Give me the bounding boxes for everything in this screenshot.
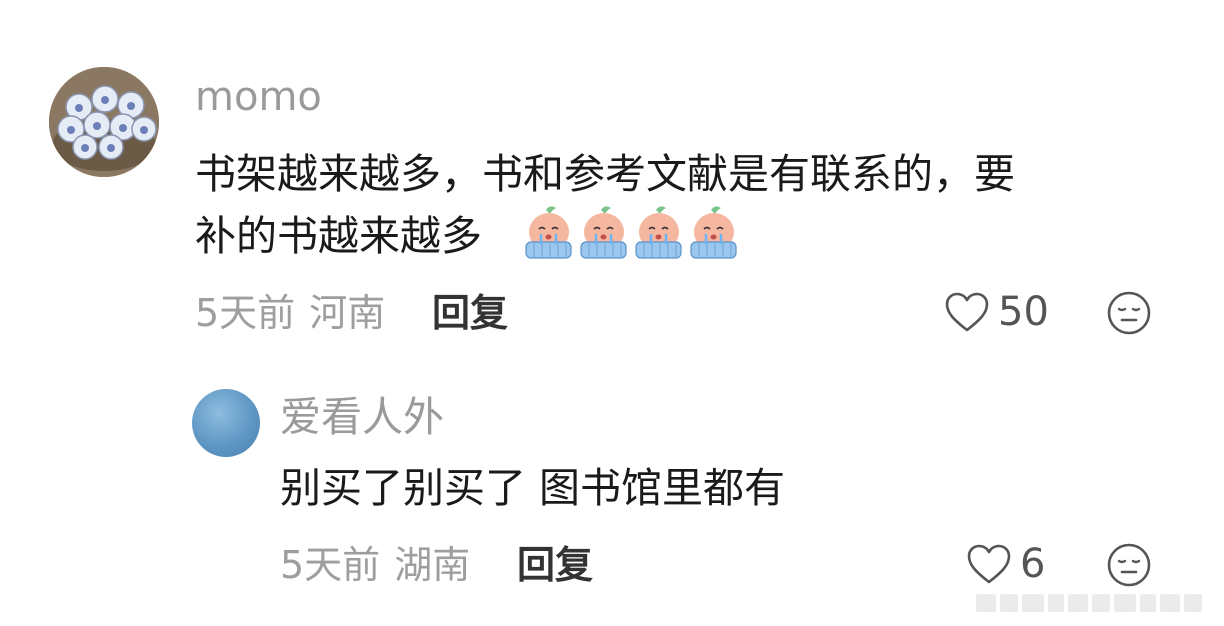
reply-username[interactable]: 爱看人外 <box>280 397 444 438</box>
watermark-glyph <box>1140 594 1156 612</box>
watermark-glyph <box>1000 594 1018 612</box>
reply-avatar[interactable] <box>192 389 260 457</box>
crying-peach-sticker-icon <box>687 204 740 260</box>
heart-outline-icon <box>944 291 990 333</box>
ball-basket-avatar-icon <box>49 67 159 177</box>
heart-outline-icon <box>966 543 1012 585</box>
watermark-glyph <box>1092 594 1110 612</box>
reply-meta: 5天前 湖南 <box>280 546 470 584</box>
reply-like-button[interactable]: 6 <box>966 543 1045 585</box>
watermark-glyph <box>1048 594 1064 612</box>
watermark-glyph <box>1114 594 1136 612</box>
comment-meta: 5天前 河南 <box>195 294 385 332</box>
crying-peach-sticker-icon <box>632 204 685 260</box>
avatar[interactable] <box>49 67 159 177</box>
comment-text-line-1: 书架越来越多，书和参考文献是有联系的，要 <box>195 150 1015 198</box>
comment-location: 河南 <box>309 291 386 335</box>
watermark-glyph <box>1184 594 1202 612</box>
reply-location: 湖南 <box>394 543 471 587</box>
watermark <box>976 588 1216 618</box>
reply-text: 别买了别买了 图书馆里都有 <box>280 464 786 512</box>
neutral-face-icon[interactable] <box>1106 542 1152 588</box>
neutral-face-icon[interactable] <box>1106 290 1152 336</box>
like-count: 50 <box>998 289 1049 335</box>
watermark-glyph <box>1022 594 1044 612</box>
reply-like-count: 6 <box>1020 541 1046 587</box>
crying-peach-sticker-icon <box>577 204 630 260</box>
reply-button[interactable]: 回复 <box>432 294 508 332</box>
crying-peach-sticker-icon <box>522 204 575 260</box>
reply-to-reply-button[interactable]: 回复 <box>517 546 593 584</box>
sticker-group <box>522 204 740 262</box>
reply-time: 5天前 <box>280 543 381 587</box>
comment-username[interactable]: momo <box>195 77 322 117</box>
comment-text-line-2: 补的书越来越多 <box>195 212 482 260</box>
like-button[interactable]: 50 <box>944 291 1049 333</box>
watermark-glyph <box>976 594 996 612</box>
watermark-glyph <box>1068 594 1088 612</box>
comment-time: 5天前 <box>195 291 296 335</box>
watermark-glyph <box>1160 594 1180 612</box>
